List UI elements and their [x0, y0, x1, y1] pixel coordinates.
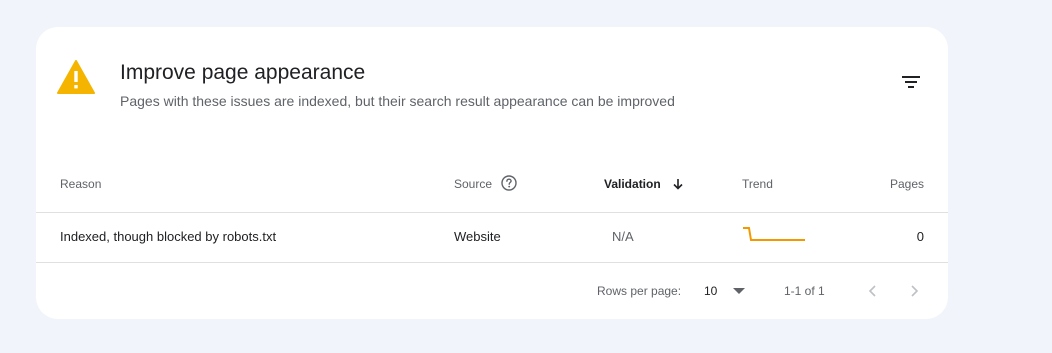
arrow-down-icon — [673, 178, 683, 190]
column-header-reason[interactable]: Reason — [60, 177, 101, 191]
column-header-pages[interactable]: Pages — [890, 177, 924, 191]
column-header-trend: Trend — [742, 177, 773, 191]
row-divider — [36, 262, 948, 263]
help-icon[interactable] — [501, 175, 518, 192]
dropdown-caret-icon — [733, 288, 746, 294]
column-header-validation-label: Validation — [604, 177, 661, 191]
header-divider — [36, 212, 948, 213]
issue-card: Improve page appearance Pages with these… — [36, 27, 948, 319]
column-header-reason-label: Reason — [60, 177, 102, 191]
rows-per-page-label: Rows per page: — [597, 284, 682, 298]
column-header-pages-label: Pages — [889, 177, 924, 191]
column-header-validation[interactable]: Validation — [604, 177, 684, 191]
rows-per-page-value: 10 — [704, 284, 718, 298]
row-reason: Indexed, though blocked by robots.txt — [60, 229, 277, 244]
filter-list-icon — [902, 76, 920, 88]
page-range: 1-1 of 1 — [784, 284, 825, 298]
row-validation: N/A — [612, 229, 634, 244]
filter-button[interactable] — [894, 65, 928, 99]
chevron-right-icon — [911, 285, 919, 297]
row-pages: 0 — [916, 229, 924, 244]
card-title: Improve page appearance — [120, 61, 366, 84]
previous-page-button[interactable] — [860, 279, 884, 303]
column-header-trend-label: Trend — [742, 177, 773, 191]
chevron-left-icon — [868, 285, 876, 297]
rows-per-page-select[interactable]: 10 — [704, 279, 746, 303]
next-page-button[interactable] — [903, 279, 927, 303]
column-header-source[interactable]: Source — [454, 175, 518, 192]
card-subtitle: Pages with these issues are indexed, but… — [120, 93, 675, 109]
trend-sparkline — [743, 227, 805, 241]
warning-icon — [57, 60, 95, 94]
row-source: Website — [454, 229, 501, 244]
column-header-source-label: Source — [454, 177, 493, 191]
